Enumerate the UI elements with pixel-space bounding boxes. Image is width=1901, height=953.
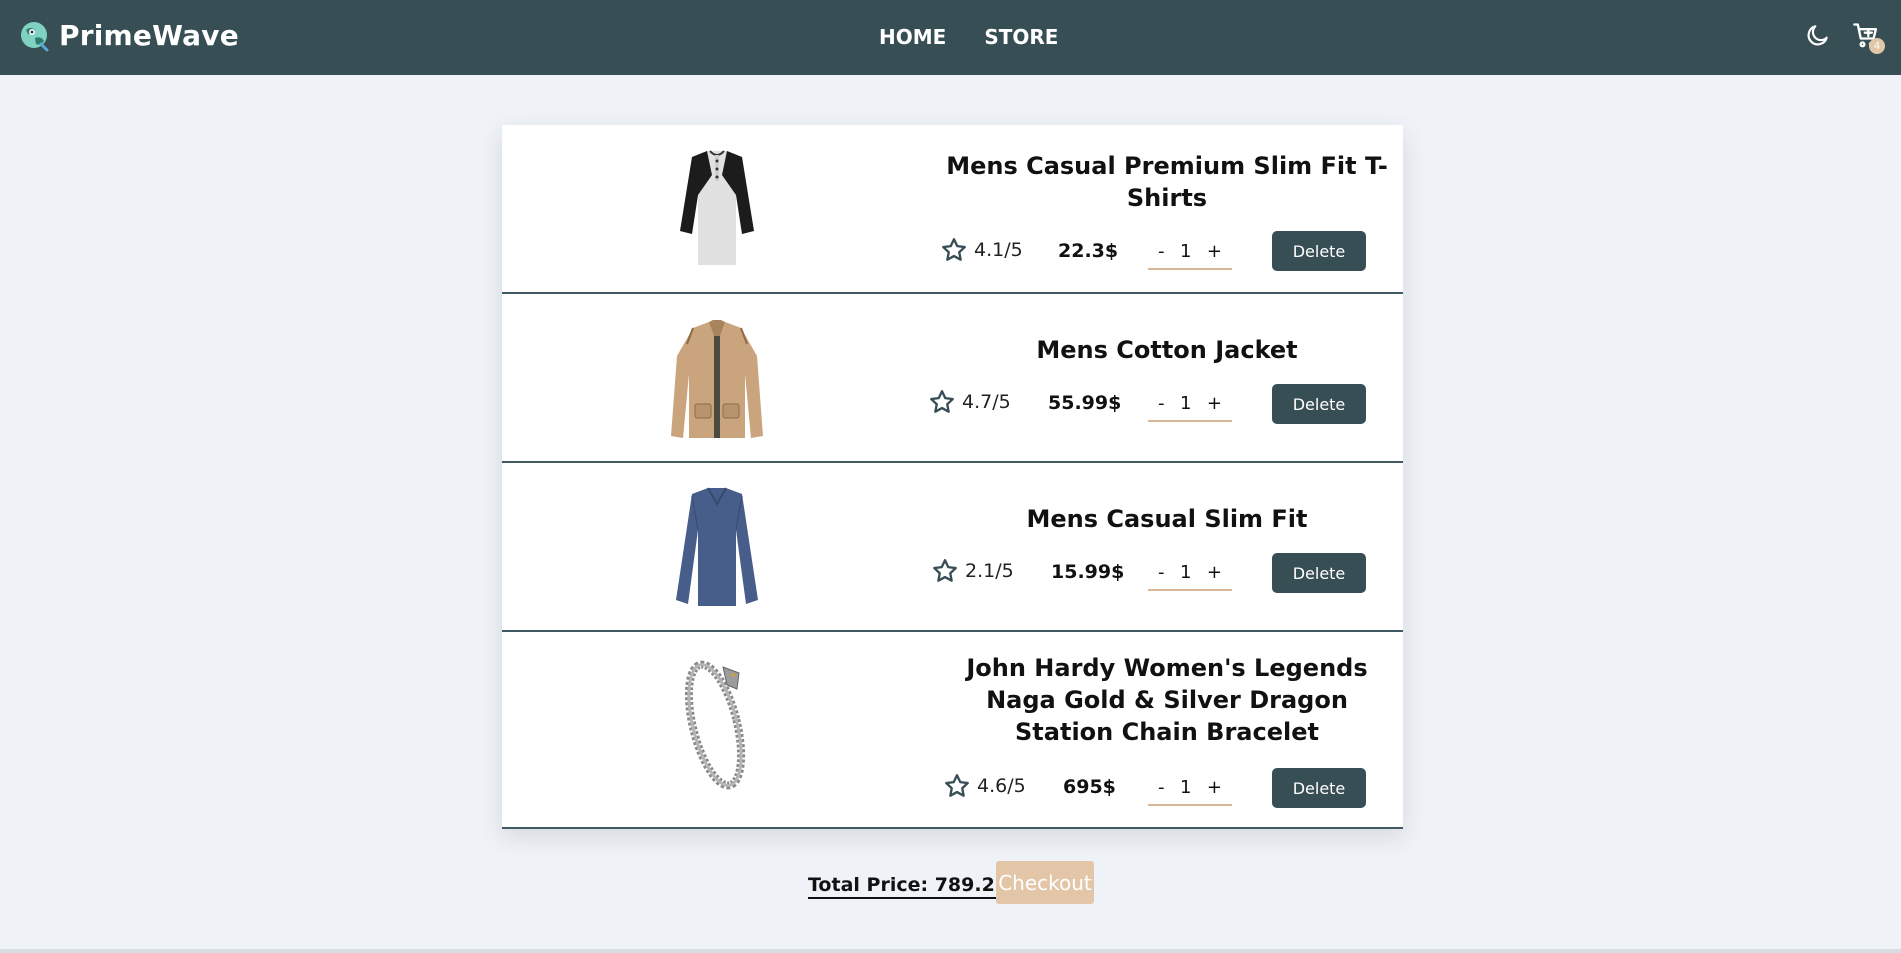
total-price: Total Price: 789.28 <box>808 874 1009 899</box>
cotton-jacket-image <box>671 320 763 438</box>
decrement-button[interactable]: - <box>1158 241 1165 262</box>
item-details: Mens Cotton Jacket <box>942 334 1392 366</box>
product-price: 15.99$ <box>1051 561 1125 583</box>
cart-item: John Hardy Women's Legends Naga Gold & S… <box>502 632 1403 829</box>
increment-button[interactable]: + <box>1207 393 1222 414</box>
star-icon <box>933 559 957 582</box>
rating-value: 2.1/5 <box>965 560 1014 582</box>
product-title: John Hardy Women's Legends Naga Gold & S… <box>966 654 1368 746</box>
brand[interactable]: PrimeWave <box>19 19 239 52</box>
star-icon <box>942 238 966 261</box>
increment-button[interactable]: + <box>1207 562 1222 583</box>
star-icon <box>945 774 969 797</box>
quantity-stepper[interactable]: - 1 + <box>1148 555 1232 591</box>
delete-button[interactable]: Delete <box>1272 553 1366 593</box>
quantity-value: 1 <box>1179 392 1192 414</box>
quantity-stepper[interactable]: - 1 + <box>1148 234 1232 270</box>
product-image <box>652 314 782 444</box>
raglan-shirt-image <box>680 150 754 265</box>
product-image <box>652 482 782 612</box>
cart-list: Mens Casual Premium Slim Fit T-Shirts 4.… <box>502 125 1403 829</box>
product-title: Mens Casual Slim Fit <box>1026 505 1308 533</box>
quantity-stepper[interactable]: - 1 + <box>1148 386 1232 422</box>
brand-name: PrimeWave <box>59 19 239 52</box>
product-price: 55.99$ <box>1048 392 1122 414</box>
delete-button[interactable]: Delete <box>1272 768 1366 808</box>
product-title: Mens Cotton Jacket <box>1036 336 1298 364</box>
product-rating: 4.6/5 <box>943 772 1026 800</box>
product-price: 22.3$ <box>1058 240 1119 262</box>
cart-button[interactable]: 4 <box>1849 18 1885 54</box>
theme-toggle-button[interactable] <box>1801 18 1835 52</box>
product-title: Mens Casual Premium Slim Fit T-Shirts <box>946 152 1388 212</box>
navbar: PrimeWave HOME STORE 4 <box>0 0 1901 75</box>
quantity-value: 1 <box>1179 776 1192 798</box>
product-image <box>652 144 782 274</box>
product-image <box>652 660 782 790</box>
page-bottom-divider <box>0 949 1901 953</box>
rating-value: 4.1/5 <box>974 239 1023 261</box>
star-icon <box>930 390 954 413</box>
checkout-button[interactable]: Checkout <box>996 861 1094 904</box>
quantity-value: 1 <box>1179 561 1192 583</box>
nav-home-link[interactable]: HOME <box>879 25 946 49</box>
product-rating: 2.1/5 <box>931 557 1014 585</box>
cart-item: Mens Cotton Jacket 4.7/5 55.99$ - 1 + De… <box>502 294 1403 463</box>
product-rating: 4.7/5 <box>928 388 1011 416</box>
delete-button[interactable]: Delete <box>1272 231 1366 271</box>
increment-button[interactable]: + <box>1207 241 1222 262</box>
increment-button[interactable]: + <box>1207 777 1222 798</box>
item-details: Mens Casual Slim Fit <box>942 503 1392 535</box>
rating-value: 4.7/5 <box>962 391 1011 413</box>
item-details: Mens Casual Premium Slim Fit T-Shirts <box>942 150 1392 214</box>
item-details: John Hardy Women's Legends Naga Gold & S… <box>942 652 1392 748</box>
quantity-value: 1 <box>1179 240 1192 262</box>
quantity-stepper[interactable]: - 1 + <box>1148 770 1232 806</box>
moon-icon <box>1807 25 1828 46</box>
delete-button[interactable]: Delete <box>1272 384 1366 424</box>
decrement-button[interactable]: - <box>1158 393 1165 414</box>
rating-value: 4.6/5 <box>977 775 1026 797</box>
dragon-bracelet-image <box>684 660 746 790</box>
nav-links: HOME STORE <box>879 25 1058 49</box>
decrement-button[interactable]: - <box>1158 777 1165 798</box>
product-rating: 4.1/5 <box>940 236 1023 264</box>
nav-store-link[interactable]: STORE <box>984 25 1058 49</box>
cart-item: Mens Casual Premium Slim Fit T-Shirts 4.… <box>502 125 1403 294</box>
decrement-button[interactable]: - <box>1158 562 1165 583</box>
nav-icons: 4 <box>1801 18 1885 54</box>
long-sleeve-shirt-image <box>676 487 758 606</box>
product-price: 695$ <box>1063 776 1116 798</box>
cart-count-badge: 4 <box>1869 38 1885 54</box>
cart-item: Mens Casual Slim Fit 2.1/5 15.99$ - 1 + … <box>502 463 1403 632</box>
globe-logo-icon <box>21 21 49 51</box>
